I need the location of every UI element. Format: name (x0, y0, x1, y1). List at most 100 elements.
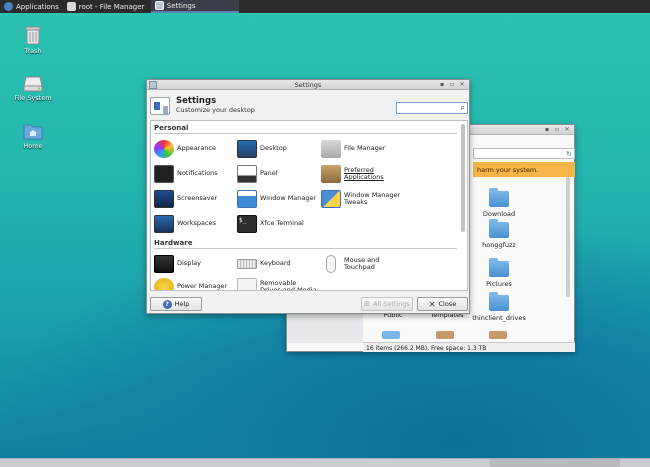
desktop-monitor-icon (237, 140, 257, 158)
notifications-icon (154, 165, 174, 183)
folder-honggfuzz[interactable]: honggfuzz (474, 219, 524, 249)
desktop-icon-filesystem[interactable]: File System (11, 74, 55, 102)
folder-download[interactable]: Download (474, 188, 524, 218)
settings-item-notifications[interactable]: Notifications (154, 163, 236, 185)
file-manager-icon (321, 140, 341, 158)
maximize-icon[interactable]: ▫ (553, 126, 561, 134)
close-icon[interactable]: ✕ (563, 126, 571, 134)
folder-pictures[interactable]: Pictures (474, 258, 524, 288)
home-label: Home (23, 142, 43, 150)
help-icon: ? (162, 299, 172, 309)
item-label: Preferred Applications (344, 165, 384, 181)
settings-item-display[interactable]: Display (154, 253, 236, 275)
settings-item-workspaces[interactable]: Workspaces (154, 213, 236, 235)
file-manager-scrollbar[interactable] (566, 177, 570, 297)
folder-icon (489, 292, 509, 311)
help-label: Help (174, 300, 190, 308)
settings-item-power-manager[interactable]: Power Manager (154, 276, 236, 291)
folder-label: Pictures (486, 280, 512, 288)
search-input[interactable]: ⌕ (396, 102, 468, 114)
close-button[interactable]: ✕ Close (417, 297, 468, 311)
section-personal: Personal (154, 124, 457, 134)
folder-label: thinclient_drives (472, 314, 526, 322)
top-panel: Applications root - File Manager Setting… (0, 0, 650, 13)
settings-window: Settings ▪ ▫ ✕ Settings Customize your d… (146, 79, 470, 314)
folder-icon (489, 219, 509, 238)
folder-label: honggfuzz (482, 241, 516, 249)
settings-subheading: Customize your desktop (176, 106, 255, 114)
applications-label: Applications (16, 2, 59, 11)
close-icon: ✕ (428, 299, 436, 309)
window-manager-tweaks-icon (321, 190, 341, 208)
home-icon (66, 2, 76, 11)
power-manager-icon (154, 278, 174, 290)
settings-item-screensaver[interactable]: Screensaver (154, 188, 236, 210)
settings-item-mouse-touchpad[interactable]: Mouse and Touchpad (321, 253, 403, 275)
item-label: Window Manager Tweaks (344, 190, 401, 206)
xfce-logo-icon (4, 2, 13, 11)
settings-item-xfce-terminal[interactable]: $_ Xfce Terminal (237, 213, 319, 235)
settings-item-panel[interactable]: Panel (237, 163, 319, 185)
item-label: Keyboard (260, 259, 291, 268)
status-bar: 16 items (266.2 MB), Free space: 1.3 TB (363, 342, 575, 352)
preferred-applications-icon (321, 165, 341, 183)
appearance-icon (154, 140, 174, 158)
folder-thinclient-drives[interactable]: thinclient_drives (472, 292, 526, 322)
settings-item-removable-drives[interactable]: Removable Drives and Media (237, 276, 319, 290)
panel-icon (237, 165, 257, 183)
minimize-icon[interactable]: ▪ (438, 81, 446, 89)
settings-window-title: Settings (294, 80, 322, 89)
section-hardware: Hardware (154, 239, 457, 249)
task-settings[interactable]: Settings (150, 0, 239, 13)
close-label: Close (438, 300, 457, 308)
screensaver-icon (154, 190, 174, 208)
settings-item-window-manager[interactable]: Window Manager (237, 188, 319, 210)
all-settings-button[interactable]: ⊞ All Settings (361, 297, 413, 311)
bottom-panel-scrollbar[interactable] (490, 459, 620, 467)
root-warning-bar: harm your system. (473, 162, 575, 177)
home-folder-icon (23, 124, 43, 140)
maximize-icon[interactable]: ▫ (448, 81, 456, 89)
drive-icon (23, 76, 43, 92)
settings-item-preferred-applications[interactable]: Preferred Applications (321, 163, 403, 185)
settings-item-keyboard[interactable]: Keyboard (237, 253, 319, 275)
bottom-panel (0, 458, 650, 467)
task-file-manager[interactable]: root - File Manager (63, 0, 151, 13)
settings-header-icon (150, 97, 170, 115)
settings-titlebar[interactable]: Settings ▪ ▫ ✕ (147, 80, 469, 90)
settings-item-appearance[interactable]: Appearance (154, 138, 236, 160)
item-label: Screensaver (177, 194, 218, 203)
all-settings-label: All Settings (373, 300, 410, 308)
help-button[interactable]: ? Help (150, 297, 202, 311)
reload-icon[interactable]: ↻ (566, 150, 572, 158)
item-label: Mouse and Touchpad (344, 255, 380, 271)
display-icon (154, 255, 174, 273)
folder-icon (489, 188, 509, 207)
search-icon: ⌕ (460, 103, 465, 112)
workspaces-icon (154, 215, 174, 233)
item-label: Power Manager (177, 282, 228, 291)
trash-label: Trash (24, 47, 42, 55)
settings-item-file-manager[interactable]: File Manager (321, 138, 403, 160)
package-folder-icon (436, 331, 454, 339)
window-manager-icon (237, 190, 257, 208)
all-settings-icon: ⊞ (364, 300, 371, 308)
terminal-icon: $_ (237, 215, 257, 233)
settings-item-window-manager-tweaks[interactable]: Window Manager Tweaks (321, 188, 407, 210)
item-label: File Manager (344, 144, 386, 153)
desktop-icon-home[interactable]: Home (11, 122, 55, 150)
warning-text: harm your system. (477, 166, 539, 174)
folder-label: Download (482, 210, 516, 218)
item-label: Notifications (177, 169, 218, 178)
desktop-icon-trash[interactable]: Trash (11, 25, 55, 55)
applications-menu-button[interactable]: Applications (0, 0, 63, 13)
settings-icon (154, 1, 164, 10)
minimize-icon[interactable]: ▪ (543, 126, 551, 134)
task-file-manager-label: root - File Manager (78, 2, 145, 11)
settings-content: Personal Appearance Desktop File Manager… (150, 120, 468, 291)
settings-scrollbar[interactable] (461, 124, 465, 232)
location-bar[interactable]: ↻ (473, 148, 575, 159)
item-label: Workspaces (177, 219, 216, 228)
settings-item-desktop[interactable]: Desktop (237, 138, 319, 160)
close-icon[interactable]: ✕ (458, 81, 466, 89)
